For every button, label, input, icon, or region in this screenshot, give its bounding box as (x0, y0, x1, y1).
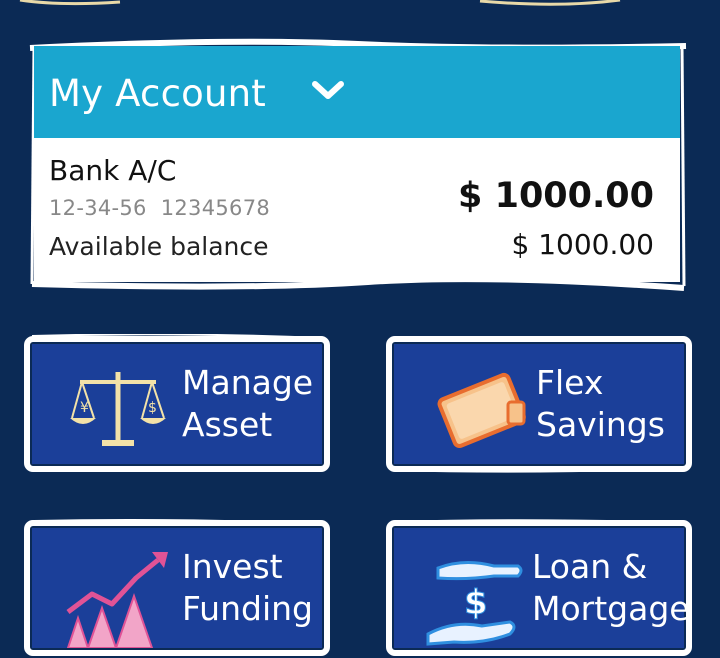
svg-text:$: $ (148, 400, 157, 416)
growth-chart-icon (66, 552, 168, 648)
top-decoration (19, 0, 621, 6)
account-card[interactable]: My Account Bank A/C 12-34-56 12345678 $ 1… (29, 38, 687, 291)
account-number: 12345678 (160, 196, 271, 220)
available-balance-label: Available balance (49, 232, 269, 261)
tile-label: Loan & Mortgage (532, 547, 690, 628)
account-header-title: My Account (49, 72, 266, 115)
account-balance: $ 1000.00 (458, 176, 654, 216)
wallet-icon (437, 372, 526, 449)
tile-label: Manage Asset (182, 363, 314, 444)
flex-savings-button[interactable]: Flex Savings (384, 334, 694, 474)
tile-label: Flex Savings (536, 363, 665, 444)
loan-mortgage-button[interactable]: $ Loan & Mortgage (384, 518, 694, 658)
account-name: Bank A/C (49, 154, 177, 187)
account-details: Bank A/C 12-34-56 12345678 $ 1000.00 Avai… (34, 138, 680, 282)
invest-funding-button[interactable]: Invest Funding (22, 518, 332, 658)
scales-icon: ¥ $ (70, 372, 166, 446)
tile-label: Invest Funding (182, 547, 313, 628)
manage-asset-button[interactable]: ¥ $ Manage Asset (22, 334, 332, 474)
account-identifiers: 12-34-56 12345678 (49, 196, 284, 220)
hand-dollar-icon: $ (426, 561, 523, 646)
svg-text:¥: ¥ (80, 400, 89, 416)
chevron-down-icon[interactable] (310, 76, 346, 106)
account-header[interactable]: My Account (34, 46, 680, 138)
svg-text:$: $ (464, 583, 488, 623)
sort-code: 12-34-56 (49, 196, 147, 220)
available-balance-value: $ 1000.00 (511, 228, 654, 261)
